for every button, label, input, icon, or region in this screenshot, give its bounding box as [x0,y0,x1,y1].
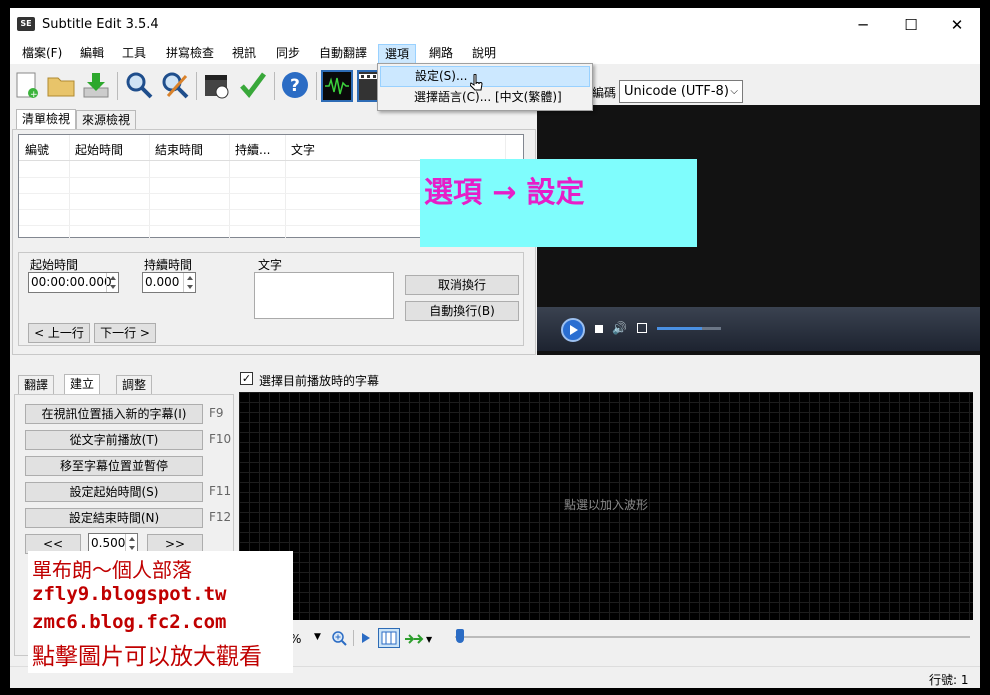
chevron-down-icon: ⌵ [730,86,738,97]
encoding-label: 編碼 [592,86,617,100]
menu-options[interactable]: 選項 [378,44,417,64]
minimize-button[interactable]: ─ [840,8,886,42]
column-duration[interactable]: 持續... [235,141,270,158]
title-bar[interactable]: SE Subtitle Edit 3.5.4 ─ ☐ ✕ [10,8,980,42]
tab-source-view[interactable]: 來源檢視 [76,110,137,130]
help-icon[interactable]: ? [280,70,310,100]
tab-adjust[interactable]: 調整 [116,375,153,395]
encoding-value: Unicode (UTF-8) [624,84,729,99]
auto-break-button[interactable]: 自動換行(B) [405,301,519,321]
menu-bar: 檔案(F) 編輯 工具 拼寫檢查 視訊 同步 自動翻譯 選項 網路 說明 [10,42,980,64]
unbreak-button[interactable]: 取消換行 [405,275,519,295]
duration-value: 0.000 [145,275,180,289]
play-from-text-button[interactable]: 從文字前播放(T) [25,430,203,450]
slider-thumb-icon[interactable] [456,629,464,643]
svg-text:?: ? [290,76,300,96]
save-download-icon[interactable] [81,70,111,100]
follow-subtitle-checkbox[interactable]: ✓ [240,372,253,385]
app-icon: SE [17,17,35,31]
start-time-input[interactable]: 00:00:00.000 [28,272,119,293]
mouse-cursor-icon [469,73,484,94]
menu-item-settings[interactable]: 設定(S)... [380,66,590,87]
blog-name: 單布朗～個人部落 [32,558,192,582]
options-menu-dropdown: 設定(S)... 選擇語言(C)... [中文(繁體)] [377,63,593,111]
menu-video[interactable]: 視訊 [226,44,262,64]
set-start-time-button[interactable]: 設定起始時間(S) [25,482,203,502]
set-end-time-button[interactable]: 設定結束時間(N) [25,508,203,528]
volume-slider[interactable] [657,327,721,330]
find-icon[interactable] [124,70,154,100]
menu-sync[interactable]: 同步 [270,44,306,64]
visual-sync-icon[interactable] [202,70,232,100]
seek-seconds-value: 0.500 [91,536,126,550]
duration-label: 持續時間 [144,258,193,272]
waveform-panel[interactable]: 點選以加入波形 [239,392,973,620]
waveform-spectrogram-icon[interactable] [378,628,400,648]
previous-line-button[interactable]: < 上一行 [28,323,90,343]
blog-watermark: 單布朗～個人部落 zfly9.blogspot.tw zmc6.blog.fc2… [28,551,293,673]
window-title: Subtitle Edit 3.5.4 [42,17,159,32]
menu-auto-translate[interactable]: 自動翻譯 [313,44,373,64]
tab-create[interactable]: 建立 [64,374,101,395]
spin-arrows-icon[interactable] [106,273,118,292]
menu-item-choose-language[interactable]: 選擇語言(C)... [中文(繁體)] [380,88,590,109]
auto-forward-dropdown-icon[interactable]: ▼ [426,635,432,644]
play-selection-icon[interactable] [361,632,371,644]
open-folder-icon[interactable] [46,70,76,100]
video-controls: 🔊 [537,307,980,351]
menu-tools[interactable]: 工具 [116,44,152,64]
waveform-position-slider[interactable] [455,636,970,638]
menu-edit[interactable]: 編輯 [74,44,110,64]
instruction-callout: 選項 → 設定 [420,159,697,247]
next-line-button[interactable]: 下一行 > [94,323,156,343]
follow-subtitle-label: 選擇目前播放時的字幕 [259,374,380,388]
zoom-dropdown-icon[interactable]: ▼ [314,632,321,642]
stop-icon[interactable] [595,325,603,333]
status-line-number: 行號: 1 [929,673,969,687]
zoom-in-icon[interactable] [331,630,347,646]
menu-help[interactable]: 說明 [466,44,502,64]
menu-network[interactable]: 網路 [423,44,459,64]
new-file-icon[interactable]: + [12,70,42,100]
column-text[interactable]: 文字 [291,141,315,158]
duration-input[interactable]: 0.000 [142,272,196,293]
shortcut-f9: F9 [209,406,224,420]
svg-text:+: + [30,90,38,100]
play-icon[interactable] [561,318,585,342]
blog-url-2: zmc6.blog.fc2.com [32,611,227,633]
tab-list-view[interactable]: 清單檢視 [16,109,77,130]
auto-forward-icon[interactable] [404,632,426,646]
start-time-value: 00:00:00.000 [31,275,112,289]
volume-icon[interactable]: 🔊 [612,321,627,335]
fullscreen-icon[interactable] [637,323,647,333]
shortcut-f11: F11 [209,484,232,498]
column-number[interactable]: 編號 [25,141,49,158]
maximize-button[interactable]: ☐ [888,8,934,42]
column-end-time[interactable]: 結束時間 [155,141,203,158]
encoding-select[interactable]: Unicode (UTF-8) ⌵ [619,80,743,103]
text-label: 文字 [258,258,283,272]
menu-file[interactable]: 檔案(F) [16,44,68,64]
blog-zoom-note: 點擊圖片可以放大觀看 [32,644,262,670]
subtitle-text-input[interactable] [254,272,394,319]
spellcheck-check-icon[interactable] [238,70,268,100]
waveform-placeholder: 點選以加入波形 [563,498,648,512]
callout-text: 選項 → 設定 [424,175,585,209]
insert-subtitle-at-video-button[interactable]: 在視訊位置插入新的字幕(I) [25,404,203,424]
shortcut-f10: F10 [209,432,232,446]
close-button[interactable]: ✕ [934,8,980,42]
menu-spellcheck[interactable]: 拼寫檢查 [160,44,220,64]
spin-arrows-icon[interactable] [183,273,195,292]
start-time-label: 起始時間 [30,258,79,272]
column-start-time[interactable]: 起始時間 [75,141,123,158]
tab-translate[interactable]: 翻譯 [18,375,55,395]
goto-subtitle-pause-button[interactable]: 移至字幕位置並暫停 [25,456,203,476]
shortcut-f12: F12 [209,510,232,524]
waveform-toggle-icon[interactable] [321,70,353,102]
blog-url-1: zfly9.blogspot.tw [32,583,227,605]
replace-icon[interactable] [160,70,190,100]
